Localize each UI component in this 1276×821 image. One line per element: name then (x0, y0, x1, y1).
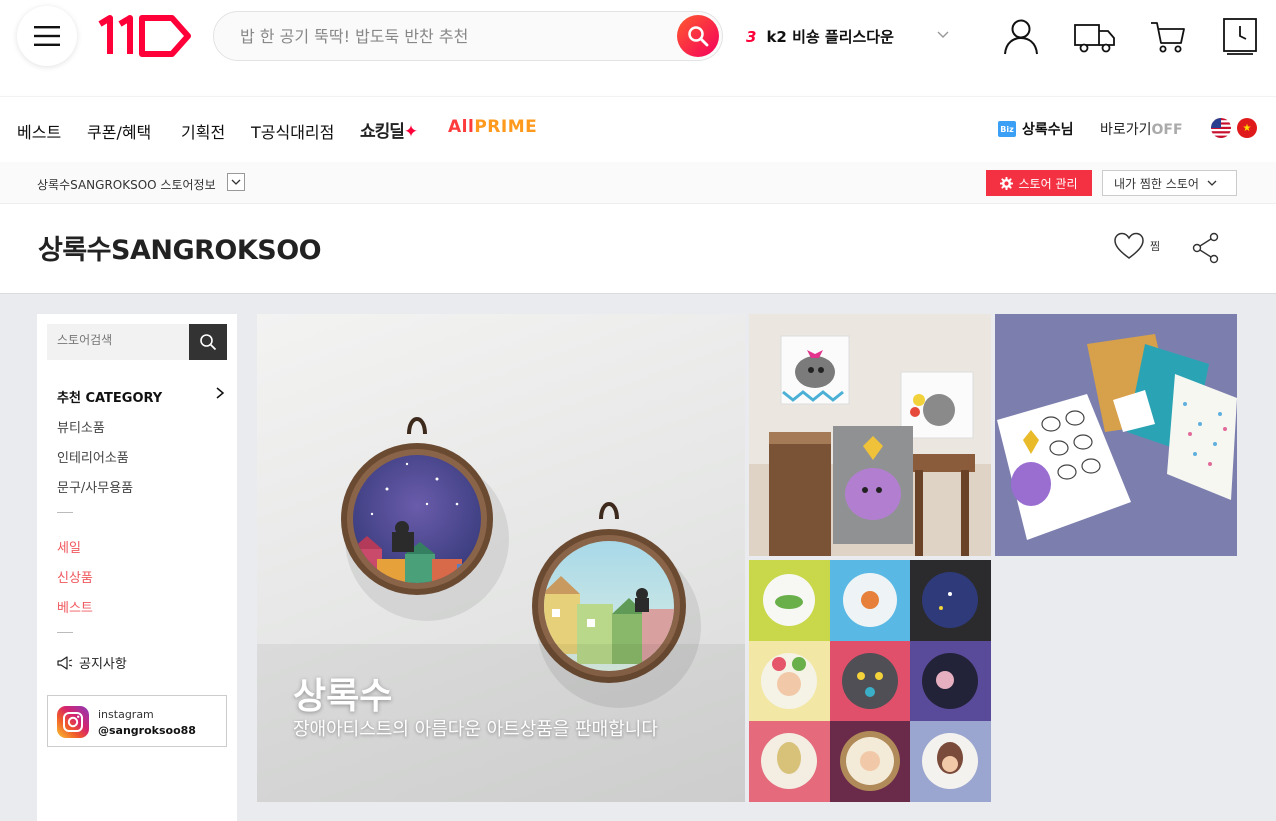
main-search-input[interactable] (240, 24, 660, 48)
shortcut-label: 바로가기 (1100, 122, 1152, 138)
recent-viewed-button[interactable] (1222, 17, 1258, 57)
banner-title: 상록수 (293, 676, 393, 717)
category-beauty[interactable]: 뷰티소품 (57, 417, 105, 436)
menu-new[interactable]: 신상품 (57, 567, 93, 586)
nav-coupon[interactable]: 쿠폰/혜택 (87, 119, 151, 143)
shortcut-toggle[interactable]: 바로가기OFF (1100, 119, 1183, 139)
canvas-art-image (749, 314, 991, 556)
zzim-label: 찜 (1150, 240, 1161, 253)
cart-icon (1151, 22, 1185, 53)
recommend-category-title: 추천 CATEGORY (57, 391, 163, 406)
hamburger-icon (34, 26, 60, 46)
main-banner[interactable]: 상록수 장애아티스트의 아름다운 아트상품을 판매합니다 (257, 314, 745, 802)
biz-badge-icon: Biz (998, 121, 1016, 137)
trending-keyword[interactable]: 3 k2 비숑 플리스다운 (746, 26, 894, 47)
store-title: 상록수SANGROKSOO (38, 235, 322, 266)
product-tile-canvas[interactable] (749, 314, 991, 556)
trending-keyword-text: k2 비숑 플리스다운 (766, 28, 894, 46)
instagram-label: instagram (98, 708, 154, 721)
shortcut-state: OFF (1151, 122, 1183, 138)
gear-icon (1000, 176, 1014, 190)
all-prime-suffix: PRIME (474, 117, 538, 137)
notice-link[interactable]: 공지사항 (57, 653, 127, 672)
top-header: 3 k2 비숑 플리스다운 (0, 0, 1276, 96)
search-button[interactable] (677, 15, 719, 57)
recommend-category-header[interactable]: 추천 CATEGORY (57, 387, 225, 406)
store-info-toggle[interactable] (227, 173, 245, 191)
nav-best[interactable]: 베스트 (17, 119, 61, 143)
hamburger-menu-button[interactable] (17, 6, 77, 66)
megaphone-icon (57, 655, 73, 670)
china-flag-icon[interactable]: ★ (1237, 118, 1257, 138)
delivery-truck-icon (1074, 24, 1115, 53)
search-icon (688, 26, 709, 47)
zzim-button[interactable]: 찜 (1114, 232, 1160, 260)
store-search-box (47, 324, 227, 360)
11st-logo[interactable] (98, 14, 194, 58)
pin-badges-image (749, 560, 991, 802)
store-sidebar: 추천 CATEGORY 뷰티소품 인테리어소품 문구/사무용품 세일 신상품 베… (37, 314, 237, 821)
nav-t-official[interactable]: T공식대리점 (251, 119, 334, 143)
store-info-bar: 상록수SANGROKSOO 스토어정보 스토어 관리 내가 찜한 스토어 (0, 162, 1276, 204)
category-stationery[interactable]: 문구/사무용품 (57, 477, 133, 496)
trending-rank: 3 (746, 27, 757, 46)
divider (57, 632, 73, 633)
shocking-star-icon: ✦ (403, 122, 418, 142)
menu-best[interactable]: 베스트 (57, 597, 93, 616)
store-manage-button[interactable]: 스토어 관리 (986, 170, 1092, 196)
us-flag-icon[interactable] (1211, 118, 1231, 138)
instagram-link[interactable]: instagram @sangroksoo88 (47, 695, 227, 747)
chevron-right-icon (216, 387, 225, 399)
shocking-deal-label: 쇼킹딜 (360, 122, 405, 142)
nav-all-prime[interactable]: AllPRIME (448, 117, 537, 137)
store-search-input[interactable] (57, 333, 177, 347)
my-page-button[interactable] (1002, 17, 1040, 57)
menu-sale[interactable]: 세일 (57, 537, 81, 556)
user-name[interactable]: 상록수님 (1022, 119, 1074, 139)
store-search-button[interactable] (189, 324, 227, 360)
instagram-icon (57, 706, 89, 738)
recent-clock-icon (1223, 18, 1257, 55)
heart-icon (1114, 232, 1144, 259)
product-tile-badges[interactable] (749, 560, 991, 802)
chevron-down-icon (231, 179, 241, 185)
user-icon (1004, 19, 1038, 55)
search-icon (200, 334, 217, 351)
delivery-button[interactable] (1074, 17, 1116, 57)
notice-label: 공지사항 (79, 657, 127, 672)
postcards-image (995, 314, 1237, 556)
cart-button[interactable] (1150, 17, 1186, 57)
favorite-stores-label: 내가 찜한 스토어 (1114, 176, 1199, 191)
store-manage-label: 스토어 관리 (1018, 176, 1078, 191)
instagram-handle: @sangroksoo88 (98, 724, 196, 737)
main-search-box (213, 11, 723, 61)
store-header: 상록수SANGROKSOO 찜 (0, 204, 1276, 294)
store-main: 추천 CATEGORY 뷰티소품 인테리어소품 문구/사무용품 세일 신상품 베… (0, 294, 1276, 821)
store-info-label[interactable]: 상록수SANGROKSOO 스토어정보 (37, 176, 216, 193)
chevron-down-icon[interactable] (936, 28, 950, 42)
divider (57, 512, 73, 513)
all-prime-prefix: All (448, 117, 475, 137)
chevron-down-icon (1207, 180, 1217, 186)
favorite-stores-dropdown[interactable]: 내가 찜한 스토어 (1102, 170, 1237, 196)
nav-special[interactable]: 기획전 (181, 119, 225, 143)
main-nav: 베스트 쿠폰/혜택 기획전 T공식대리점 쇼킹딜✦ AllPRIME Biz 상… (0, 96, 1276, 162)
banner-subtitle: 장애아티스트의 아름다운 아트상품을 판매합니다 (293, 719, 658, 740)
nav-shocking-deal[interactable]: 쇼킹딜✦ (360, 117, 418, 142)
category-interior[interactable]: 인테리어소품 (57, 447, 129, 466)
product-tile-postcards[interactable] (995, 314, 1237, 556)
share-icon[interactable] (1192, 232, 1220, 264)
